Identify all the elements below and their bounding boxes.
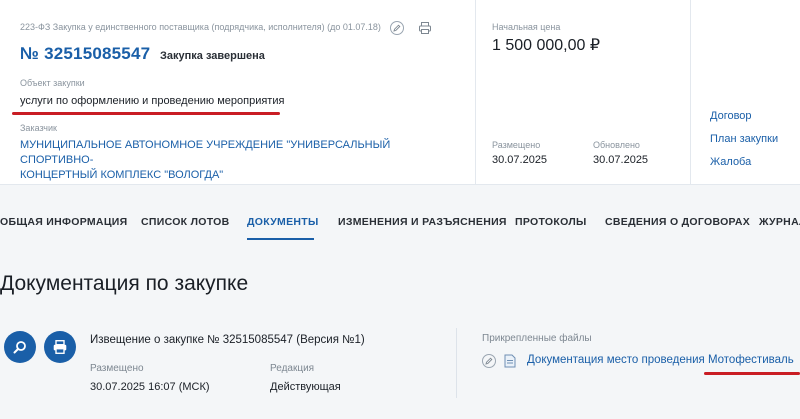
tab-changes[interactable]: ИЗМЕНЕНИЯ И РАЗЪЯСНЕНИЯ bbox=[338, 216, 507, 228]
placed-label: Размещено bbox=[492, 140, 541, 150]
notice-title: Извещение о закупке № 32515085547 (Верси… bbox=[90, 334, 365, 346]
attached-file-link[interactable]: Документация место проведения Мотофестив… bbox=[527, 354, 794, 366]
price-label: Начальная цена bbox=[492, 22, 561, 32]
page-title: Документация по закупке bbox=[0, 272, 249, 295]
placed-value: 30.07.2025 bbox=[492, 154, 548, 166]
active-tab-indicator bbox=[247, 238, 314, 240]
search-icon bbox=[13, 341, 26, 354]
attached-files-label: Прикрепленные файлы bbox=[482, 333, 592, 344]
divider bbox=[456, 328, 457, 398]
edit-pencil-icon[interactable] bbox=[390, 21, 404, 35]
purchase-header-card: 223-ФЗ Закупка у единственного поставщик… bbox=[0, 0, 800, 185]
contract-link[interactable]: Договор bbox=[710, 110, 752, 122]
object-value: услуги по оформлению и проведению меропр… bbox=[20, 95, 285, 107]
highlight-underline-file bbox=[704, 372, 800, 375]
updated-value: 30.07.2025 bbox=[593, 154, 649, 166]
divider bbox=[690, 0, 691, 184]
divider bbox=[475, 0, 476, 184]
customer-line-2: КОНЦЕРТНЫЙ КОМПЛЕКС "ВОЛОГДА" bbox=[20, 169, 224, 181]
customer-line-1: МУНИЦИПАЛЬНОЕ АВТОНОМНОЕ УЧРЕЖДЕНИЕ "УНИ… bbox=[20, 139, 391, 166]
print-icon bbox=[53, 340, 67, 354]
highlight-underline-object bbox=[12, 112, 280, 115]
customer-label: Заказчик bbox=[20, 123, 57, 133]
tab-bar: ОБЩАЯ ИНФОРМАЦИЯ СПИСОК ЛОТОВ ДОКУМЕНТЫ … bbox=[0, 200, 800, 242]
print-icon[interactable] bbox=[418, 21, 432, 35]
search-button[interactable] bbox=[4, 331, 36, 363]
tab-journal[interactable]: ЖУРНАЛ bbox=[759, 216, 800, 228]
updated-label: Обновлено bbox=[593, 140, 640, 150]
notice-placed-label: Размещено bbox=[90, 363, 144, 374]
edition-label: Редакция bbox=[270, 363, 315, 374]
procurement-plan-link[interactable]: План закупки bbox=[710, 133, 778, 145]
complaint-link[interactable]: Жалоба bbox=[710, 156, 751, 168]
law-label: 223-ФЗ Закупка у единственного поставщик… bbox=[20, 22, 381, 32]
tab-lots-list[interactable]: СПИСОК ЛОТОВ bbox=[141, 216, 230, 228]
edition-value: Действующая bbox=[270, 381, 341, 393]
tab-contracts-info[interactable]: СВЕДЕНИЯ О ДОГОВОРАХ bbox=[605, 216, 750, 228]
document-file-icon bbox=[504, 354, 516, 368]
tab-documents[interactable]: ДОКУМЕНТЫ bbox=[247, 216, 319, 228]
customer-link[interactable]: МУНИЦИПАЛЬНОЕ АВТОНОМНОЕ УЧРЕЖДЕНИЕ "УНИ… bbox=[20, 138, 460, 183]
object-label: Объект закупки bbox=[20, 78, 85, 88]
tab-protocols[interactable]: ПРОТОКОЛЫ bbox=[515, 216, 587, 228]
status-badge: Закупка завершена bbox=[160, 50, 265, 62]
price-value: 1 500 000,00 ₽ bbox=[492, 37, 601, 54]
print-button[interactable] bbox=[44, 331, 76, 363]
tab-general-info[interactable]: ОБЩАЯ ИНФОРМАЦИЯ bbox=[0, 216, 127, 228]
edit-pencil-icon[interactable] bbox=[482, 354, 496, 368]
purchase-number-link[interactable]: № 32515085547 bbox=[20, 44, 150, 64]
notice-placed-value: 30.07.2025 16:07 (МСК) bbox=[90, 381, 210, 393]
